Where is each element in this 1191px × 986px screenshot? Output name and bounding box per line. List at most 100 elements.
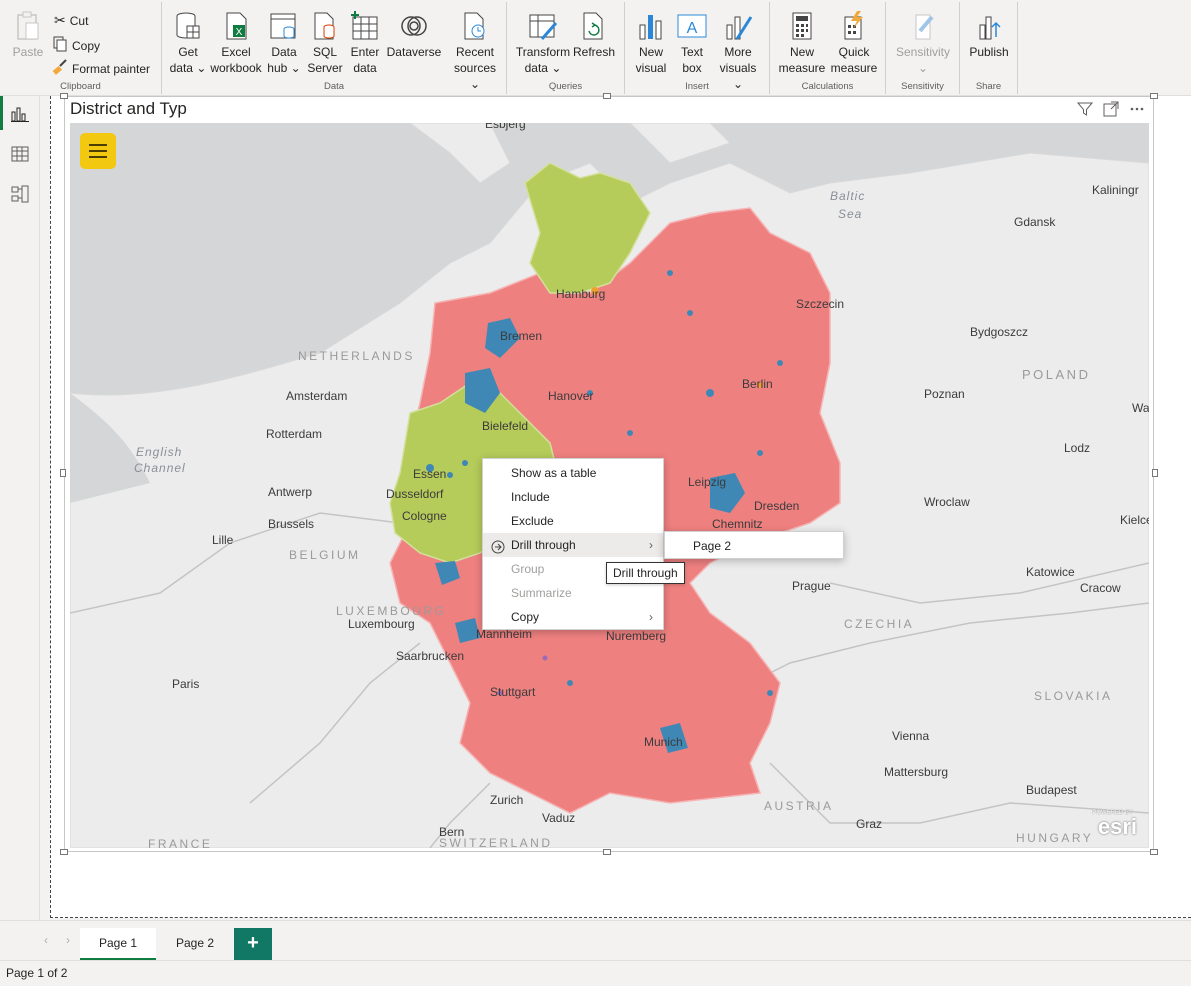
label-austria: AUSTRIA (764, 799, 834, 813)
tab-page-1[interactable]: Page 1 (80, 928, 156, 961)
refresh-button[interactable]: Refresh (573, 8, 615, 60)
scroll-right-icon[interactable]: › (66, 933, 70, 947)
data-hub-icon (268, 8, 300, 44)
publish-button[interactable]: Publish (966, 8, 1012, 60)
resize-handle-tm[interactable] (603, 93, 611, 99)
menu-copy[interactable]: Copy › (483, 605, 663, 629)
sensitivity-label: Sensitivity (895, 45, 951, 59)
menu-exclude[interactable]: Exclude (483, 509, 663, 533)
label-belgium: BELGIUM (289, 548, 361, 562)
queries-group: Transform data ⌄ Refresh Queries (507, 2, 625, 94)
report-view-icon[interactable] (8, 102, 32, 126)
label-dresden: Dresden (754, 499, 800, 513)
paste-button[interactable]: Paste (8, 8, 48, 60)
chevron-right-icon: › (649, 538, 653, 552)
insert-group: New visual A Text box More visuals ⌄ Ins… (625, 2, 770, 94)
sql-server-button[interactable]: SQL Server (307, 8, 343, 76)
data-hub-label-2: hub ⌄ (267, 61, 301, 75)
map-menu-button[interactable] (80, 133, 116, 169)
menu-drill-through[interactable]: Drill through › (483, 533, 663, 557)
get-data-button[interactable]: Get data ⌄ (168, 8, 208, 76)
excel-label-2: workbook (210, 61, 262, 75)
share-group-label: Share (975, 81, 1002, 92)
resize-handle-mr[interactable] (1152, 469, 1158, 477)
add-page-button[interactable]: + (234, 928, 272, 960)
menu-drill-through-label: Drill through (511, 538, 576, 552)
label-paris: Paris (172, 677, 200, 691)
cut-button[interactable]: ✂ Cut (54, 12, 88, 29)
enter-data-button[interactable]: Enter data (348, 8, 382, 76)
sensitivity-arrow: ⌄ (917, 61, 929, 75)
more-options-icon[interactable] (1129, 101, 1145, 120)
scissors-icon: ✂ (54, 12, 66, 28)
transform-data-button[interactable]: Transform data ⌄ (515, 8, 571, 76)
model-view-icon[interactable] (8, 182, 32, 206)
brush-icon (52, 59, 68, 78)
label-switzerland: SWITZERLAND (439, 836, 553, 848)
format-painter-button[interactable]: Format painter (52, 59, 150, 78)
resize-handle-bm[interactable] (603, 849, 611, 855)
enter-data-label-1: Enter (350, 45, 380, 59)
paste-icon (12, 8, 44, 44)
bar-chart-icon (635, 8, 667, 44)
text-box-button[interactable]: A Text box (673, 8, 711, 76)
get-data-label-1: Get (178, 45, 198, 59)
label-gdansk: Gdansk (1014, 215, 1056, 229)
label-stuttgart: Stuttgart (490, 685, 536, 699)
menu-summarize[interactable]: Summarize (483, 581, 663, 605)
dataverse-button[interactable]: Dataverse (384, 8, 444, 60)
quick-measure-button[interactable]: Quick measure (828, 8, 880, 76)
excel-icon: X (220, 8, 252, 44)
new-visual-button[interactable]: New visual (633, 8, 669, 76)
label-channel: Channel (134, 461, 186, 475)
hamburger-line-1 (89, 144, 107, 146)
data-view-icon[interactable] (8, 142, 32, 166)
label-rotterdam: Rotterdam (266, 427, 323, 441)
calculator-icon (786, 8, 818, 44)
label-kaliningrad: Kaliningr (1092, 183, 1139, 197)
label-sea: Sea (838, 207, 863, 221)
label-poland: POLAND (1022, 367, 1091, 382)
dataverse-label: Dataverse (386, 45, 442, 59)
resize-handle-tl[interactable] (60, 93, 68, 99)
label-vaduz: Vaduz (542, 811, 576, 825)
new-measure-label-1: New (789, 45, 814, 59)
label-lille: Lille (212, 533, 234, 547)
recent-sources-button[interactable]: Recent sources ⌄ (448, 8, 502, 92)
focus-mode-icon[interactable] (1103, 101, 1119, 120)
tab-page-2[interactable]: Page 2 (158, 928, 232, 961)
scroll-left-icon[interactable]: ‹ (44, 933, 48, 947)
label-bydgoszcz: Bydgoszcz (970, 325, 1029, 339)
clipboard-group: Paste ✂ Cut Copy Format painter Clipboar… (0, 2, 162, 94)
left-view-switcher (0, 96, 40, 920)
resize-handle-br[interactable] (1150, 849, 1158, 855)
more-visuals-button[interactable]: More visuals ⌄ (713, 8, 763, 92)
copy-button[interactable]: Copy (52, 36, 100, 55)
clipboard-group-label: Clipboard (60, 81, 101, 92)
label-hungary: HUNGARY (1016, 831, 1094, 845)
dataverse-icon (398, 8, 430, 44)
label-baltic: Baltic (830, 189, 866, 203)
menu-include[interactable]: Include (483, 485, 663, 509)
menu-show-as-table[interactable]: Show as a table (483, 461, 663, 485)
calculations-group-label: Calculations (801, 81, 854, 92)
resize-handle-ml[interactable] (60, 469, 66, 477)
new-measure-button[interactable]: New measure (778, 8, 826, 76)
data-group-label: Data (323, 81, 345, 92)
refresh-label: Refresh (572, 45, 616, 59)
menu-copy-label: Copy (511, 610, 540, 624)
data-hub-button[interactable]: Data hub ⌄ (266, 8, 302, 76)
label-nuremberg: Nuremberg (606, 629, 667, 643)
label-mattersburg: Mattersburg (884, 765, 949, 779)
label-wroclaw: Wroclaw (924, 495, 970, 509)
label-kielce: Kielce (1120, 513, 1149, 527)
label-dusseldorf: Dusseldorf (386, 487, 444, 501)
resize-handle-bl[interactable] (60, 849, 68, 855)
excel-workbook-button[interactable]: X Excel workbook (208, 8, 264, 76)
text-box-label-1: Text (680, 45, 703, 59)
sensitivity-button[interactable]: Sensitivity ⌄ (892, 8, 954, 76)
resize-handle-tr[interactable] (1150, 93, 1158, 99)
filter-icon[interactable] (1076, 101, 1094, 120)
esri-logo: esri (1097, 814, 1137, 839)
submenu-page-2[interactable]: Page 2 (665, 534, 843, 558)
